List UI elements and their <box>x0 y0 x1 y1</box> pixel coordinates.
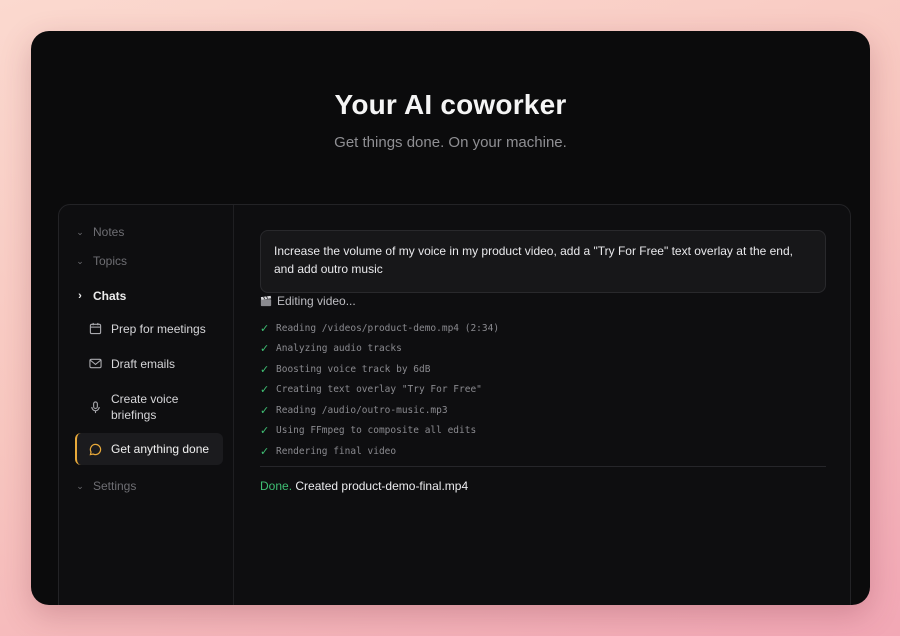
check-icon: ✓ <box>260 383 270 397</box>
step-item: ✓ Reading /audio/outro-music.mp3 <box>260 400 499 421</box>
mail-icon <box>89 358 102 369</box>
sidebar-item-notes[interactable]: ⌄ Notes <box>75 220 124 244</box>
step-item: ✓ Boosting voice track by 6dB <box>260 359 499 380</box>
app-panel: ⌄ Notes ⌄ Topics › Chats Prep for meetin… <box>58 204 851 605</box>
sidebar-item-chats[interactable]: › Chats <box>75 284 126 308</box>
check-icon: ✓ <box>260 362 270 376</box>
sidebar-item-label: Settings <box>93 479 137 493</box>
step-text: Boosting voice track by 6dB <box>276 363 431 375</box>
sidebar-item-label: Notes <box>93 225 125 239</box>
done-label: Done. <box>260 479 293 493</box>
chat-item-label: Prep for meetings <box>111 322 206 336</box>
check-icon: ✓ <box>260 403 270 417</box>
step-text: Using FFmpeg to composite all edits <box>276 425 477 437</box>
step-text: Reading /audio/outro-music.mp3 <box>276 404 448 416</box>
step-list: ✓ Reading /videos/product-demo.mp4 (2:34… <box>260 318 499 462</box>
step-item: ✓ Analyzing audio tracks <box>260 339 499 360</box>
chat-item-label: Draft emails <box>111 357 176 371</box>
chevron-down-icon: ⌄ <box>76 255 84 266</box>
check-icon: ✓ <box>260 342 270 356</box>
microphone-icon <box>91 401 100 414</box>
status-line: Editing video... <box>260 294 356 308</box>
check-icon: ✓ <box>260 444 270 458</box>
clapperboard-icon <box>260 295 272 307</box>
hero-subtitle: Get things done. On your machine. <box>334 134 567 151</box>
step-item: ✓ Creating text overlay "Try For Free" <box>260 380 499 401</box>
step-item: ✓ Reading /videos/product-demo.mp4 (2:34… <box>260 318 499 339</box>
chat-item-voice-briefings[interactable]: Create voice briefings <box>75 391 223 423</box>
sidebar-item-settings[interactable]: ⌄ Settings <box>75 474 136 498</box>
chevron-down-icon: ⌄ <box>76 480 84 491</box>
step-item: ✓ Using FFmpeg to composite all edits <box>260 421 499 442</box>
hero-title: Your AI coworker <box>334 89 567 120</box>
check-icon: ✓ <box>260 321 270 335</box>
chat-item-get-anything-done[interactable]: Get anything done <box>75 433 223 465</box>
step-text: Analyzing audio tracks <box>276 343 402 355</box>
sidebar-item-label: Chats <box>93 289 127 303</box>
sidebar-item-topics[interactable]: ⌄ Topics <box>75 249 127 273</box>
chat-bubble-icon <box>89 443 102 456</box>
chevron-right-icon: › <box>78 290 82 302</box>
chat-item-prep-meetings[interactable]: Prep for meetings <box>75 321 223 337</box>
divider <box>260 466 826 467</box>
sidebar: ⌄ Notes ⌄ Topics › Chats Prep for meetin… <box>59 205 234 605</box>
calendar-icon <box>89 322 102 335</box>
app-window: Your AI coworker Get things done. On you… <box>31 31 870 605</box>
chat-item-draft-emails[interactable]: Draft emails <box>75 356 223 372</box>
chevron-down-icon: ⌄ <box>76 226 84 237</box>
user-prompt-message: Increase the volume of my voice in my pr… <box>260 230 826 293</box>
step-text: Rendering final video <box>276 445 397 457</box>
check-icon: ✓ <box>260 424 270 438</box>
step-item: ✓ Rendering final video <box>260 441 499 462</box>
chat-item-label: Get anything done <box>111 442 210 456</box>
chat-content: Increase the volume of my voice in my pr… <box>235 205 850 605</box>
status-text: Editing video... <box>277 294 356 308</box>
chat-item-label: Create voice briefings <box>111 392 179 422</box>
result-message: Done. Created product-demo-final.mp4 <box>260 479 468 493</box>
step-text: Creating text overlay "Try For Free" <box>276 384 482 396</box>
step-text: Reading /videos/product-demo.mp4 (2:34) <box>276 322 500 334</box>
done-text: Created product-demo-final.mp4 <box>295 479 469 493</box>
sidebar-item-label: Topics <box>93 254 128 268</box>
